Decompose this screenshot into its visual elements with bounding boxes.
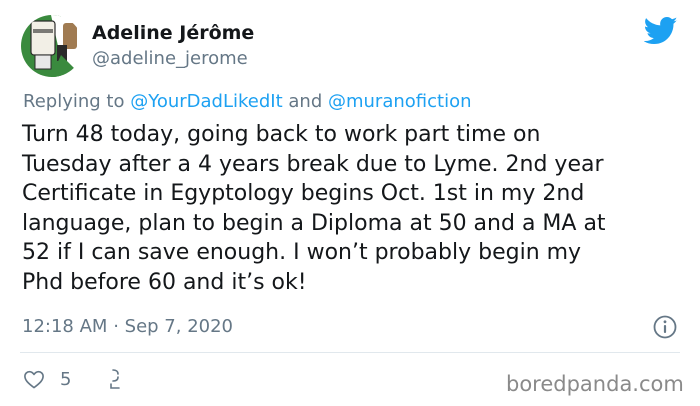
divider <box>20 352 680 353</box>
tweet-text-line: Certificate in Egyptology begins Oct. 1s… <box>22 181 585 207</box>
like-count: 5 <box>60 369 72 390</box>
info-icon[interactable] <box>653 315 677 339</box>
mention-link[interactable]: @muranofiction <box>328 91 472 112</box>
replying-conjunction: and <box>288 91 323 112</box>
twitter-bird-icon[interactable] <box>644 16 678 46</box>
replying-prefix: Replying to <box>23 91 125 112</box>
avatar-image <box>21 15 83 77</box>
tweet-text-line: Phd before 60 and it’s ok! <box>22 269 307 295</box>
replying-to: Replying to @YourDadLikedIt and @muranof… <box>23 91 472 112</box>
heart-icon[interactable] <box>23 369 45 389</box>
tweet-date: Sep 7, 2020 <box>124 316 234 337</box>
tweet-text-line: language, plan to begin a Diploma at 50 … <box>22 210 606 236</box>
tweet-text-line: 52 if I can save enough. I won’t probabl… <box>22 240 582 266</box>
tweet-text-line: Tuesday after a 4 years break due to Lym… <box>22 151 604 177</box>
tweet-time: 12:18 AM <box>22 316 108 337</box>
user-handle[interactable]: @adeline_jerome <box>92 48 248 69</box>
tweet-text-line: Turn 48 today, going back to work part t… <box>22 122 541 147</box>
timestamp-separator: · <box>113 316 119 337</box>
watermark: boredpanda.com <box>506 372 684 396</box>
display-name[interactable]: Adeline Jérôme <box>92 22 254 44</box>
avatar[interactable] <box>21 15 83 77</box>
tweet-timestamp[interactable]: 12:18 AM · Sep 7, 2020 <box>22 316 233 337</box>
tweet-text: Turn 48 today, going back to work part t… <box>22 120 682 298</box>
share-icon[interactable] <box>107 367 125 391</box>
mention-link[interactable]: @YourDadLikedIt <box>130 91 282 112</box>
